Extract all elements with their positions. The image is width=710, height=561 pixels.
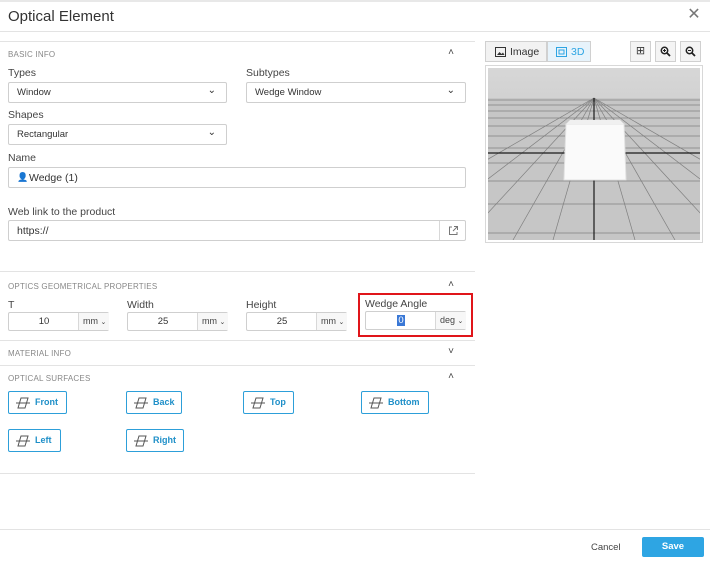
surface-bottom-label: Bottom xyxy=(388,397,420,407)
surface-icon xyxy=(134,435,148,447)
chevron-down-icon: ⌄ xyxy=(446,85,455,96)
subtypes-label: Subtypes xyxy=(246,67,290,79)
t-field[interactable]: 10 mm ⌄ xyxy=(8,312,109,331)
surface-top-button[interactable]: Top xyxy=(243,391,294,414)
surface-icon xyxy=(251,397,265,409)
material-section-label: MATERIAL INFO xyxy=(8,349,72,358)
material-top-divider xyxy=(0,340,475,341)
height-label: Height xyxy=(246,299,277,311)
dialog-title: Optical Element xyxy=(8,8,114,25)
3d-viewport[interactable] xyxy=(488,68,700,240)
width-field[interactable]: 25 mm ⌄ xyxy=(127,312,228,331)
types-label: Types xyxy=(8,67,37,79)
geom-section-label: OPTICS GEOMETRICAL PROPERTIES xyxy=(8,282,158,291)
surface-left-button[interactable]: Left xyxy=(8,429,61,452)
surface-top-label: Top xyxy=(270,397,286,407)
footer-divider xyxy=(0,529,710,530)
t-value: 10 xyxy=(38,316,50,327)
tab-image[interactable]: Image xyxy=(485,41,547,62)
open-link-button[interactable] xyxy=(439,221,466,240)
surface-left-label: Left xyxy=(35,435,52,445)
wedge-angle-label: Wedge Angle xyxy=(365,298,428,310)
geom-top-divider xyxy=(0,271,475,272)
close-icon[interactable]: ✕ xyxy=(686,7,702,23)
chevron-up-icon[interactable]: ˄ xyxy=(445,279,457,290)
external-link-icon xyxy=(449,226,458,235)
width-value: 25 xyxy=(157,316,169,327)
tab-3d-label: 3D xyxy=(571,46,585,58)
zoom-out-icon xyxy=(685,46,696,57)
fit-view-icon: ⊞ xyxy=(635,45,646,57)
weblink-field[interactable]: https:// xyxy=(8,220,466,241)
t-unit-select[interactable]: mm ⌄ xyxy=(78,313,109,330)
header-divider xyxy=(0,31,710,32)
wedge-angle-unit-select[interactable]: deg ⌄ xyxy=(435,312,466,329)
height-field[interactable]: 25 mm ⌄ xyxy=(246,312,347,331)
chevron-down-icon: ⌄ xyxy=(338,319,345,326)
chevron-up-icon[interactable]: ˄ xyxy=(445,371,457,382)
basic-info-top-divider xyxy=(0,41,475,42)
surfaces-section-label: OPTICAL SURFACES xyxy=(8,374,91,383)
chevron-down-icon[interactable]: ˅ xyxy=(445,346,457,357)
height-unit-select[interactable]: mm ⌄ xyxy=(316,313,347,330)
surface-icon xyxy=(134,397,148,409)
types-select[interactable]: Window ⌄ xyxy=(8,82,227,103)
types-value: Window xyxy=(17,87,51,98)
width-label: Width xyxy=(127,299,154,311)
width-unit-select[interactable]: mm ⌄ xyxy=(197,313,228,330)
cube-3d-icon xyxy=(556,47,567,57)
tab-3d[interactable]: 3D xyxy=(547,41,591,62)
window-top-strip xyxy=(0,0,710,2)
image-icon xyxy=(495,47,506,57)
surfaces-top-divider xyxy=(0,365,475,366)
chevron-down-icon: ⌄ xyxy=(207,85,216,96)
wedge-angle-unit: deg xyxy=(440,315,456,325)
chevron-up-icon[interactable]: ˄ xyxy=(445,47,457,58)
zoom-out-button[interactable] xyxy=(680,41,701,62)
name-field[interactable]: 👤 Wedge (1) xyxy=(8,167,466,188)
t-label: T xyxy=(8,299,15,311)
chevron-down-icon: ⌄ xyxy=(207,127,216,138)
surface-icon xyxy=(16,397,30,409)
shapes-select[interactable]: Rectangular ⌄ xyxy=(8,124,227,145)
wedge-angle-selected-text: 0 xyxy=(397,315,405,326)
save-button[interactable]: Save xyxy=(642,537,704,557)
user-icon: 👤 xyxy=(17,172,29,182)
shapes-value: Rectangular xyxy=(17,129,69,140)
name-label: Name xyxy=(8,152,37,164)
subtypes-select[interactable]: Wedge Window ⌄ xyxy=(246,82,466,103)
surface-back-button[interactable]: Back xyxy=(126,391,182,414)
tab-image-label: Image xyxy=(510,46,540,58)
zoom-in-button[interactable] xyxy=(655,41,676,62)
surfaces-bottom-divider xyxy=(0,473,475,474)
surface-right-button[interactable]: Right xyxy=(126,429,184,452)
wedge-angle-field[interactable]: 0 deg ⌄ xyxy=(365,311,466,330)
surface-front-label: Front xyxy=(35,397,58,407)
height-unit: mm xyxy=(321,316,336,326)
subtypes-value: Wedge Window xyxy=(255,87,322,98)
surface-icon xyxy=(369,397,383,409)
t-unit: mm xyxy=(83,316,98,326)
surface-front-button[interactable]: Front xyxy=(8,391,67,414)
height-value: 25 xyxy=(276,316,288,327)
surface-bottom-button[interactable]: Bottom xyxy=(361,391,429,414)
wedge-angle-value: 0 xyxy=(368,315,434,326)
basic-info-section-label: BASIC INFO xyxy=(8,50,56,59)
surface-icon xyxy=(16,435,30,447)
shapes-label: Shapes xyxy=(8,109,44,121)
zoom-in-icon xyxy=(660,46,671,57)
chevron-down-icon: ⌄ xyxy=(100,319,107,326)
chevron-down-icon: ⌄ xyxy=(219,319,226,326)
weblink-label: Web link to the product xyxy=(8,206,116,218)
surface-back-label: Back xyxy=(153,397,175,407)
preview-frame xyxy=(485,65,703,243)
name-value: Wedge (1) xyxy=(29,172,78,184)
cancel-button[interactable]: Cancel xyxy=(591,542,621,553)
fit-view-button[interactable]: ⊞ xyxy=(630,41,651,62)
weblink-value: https:// xyxy=(17,225,49,237)
surface-right-label: Right xyxy=(153,435,176,445)
width-unit: mm xyxy=(202,316,217,326)
chevron-down-icon: ⌄ xyxy=(457,318,464,325)
